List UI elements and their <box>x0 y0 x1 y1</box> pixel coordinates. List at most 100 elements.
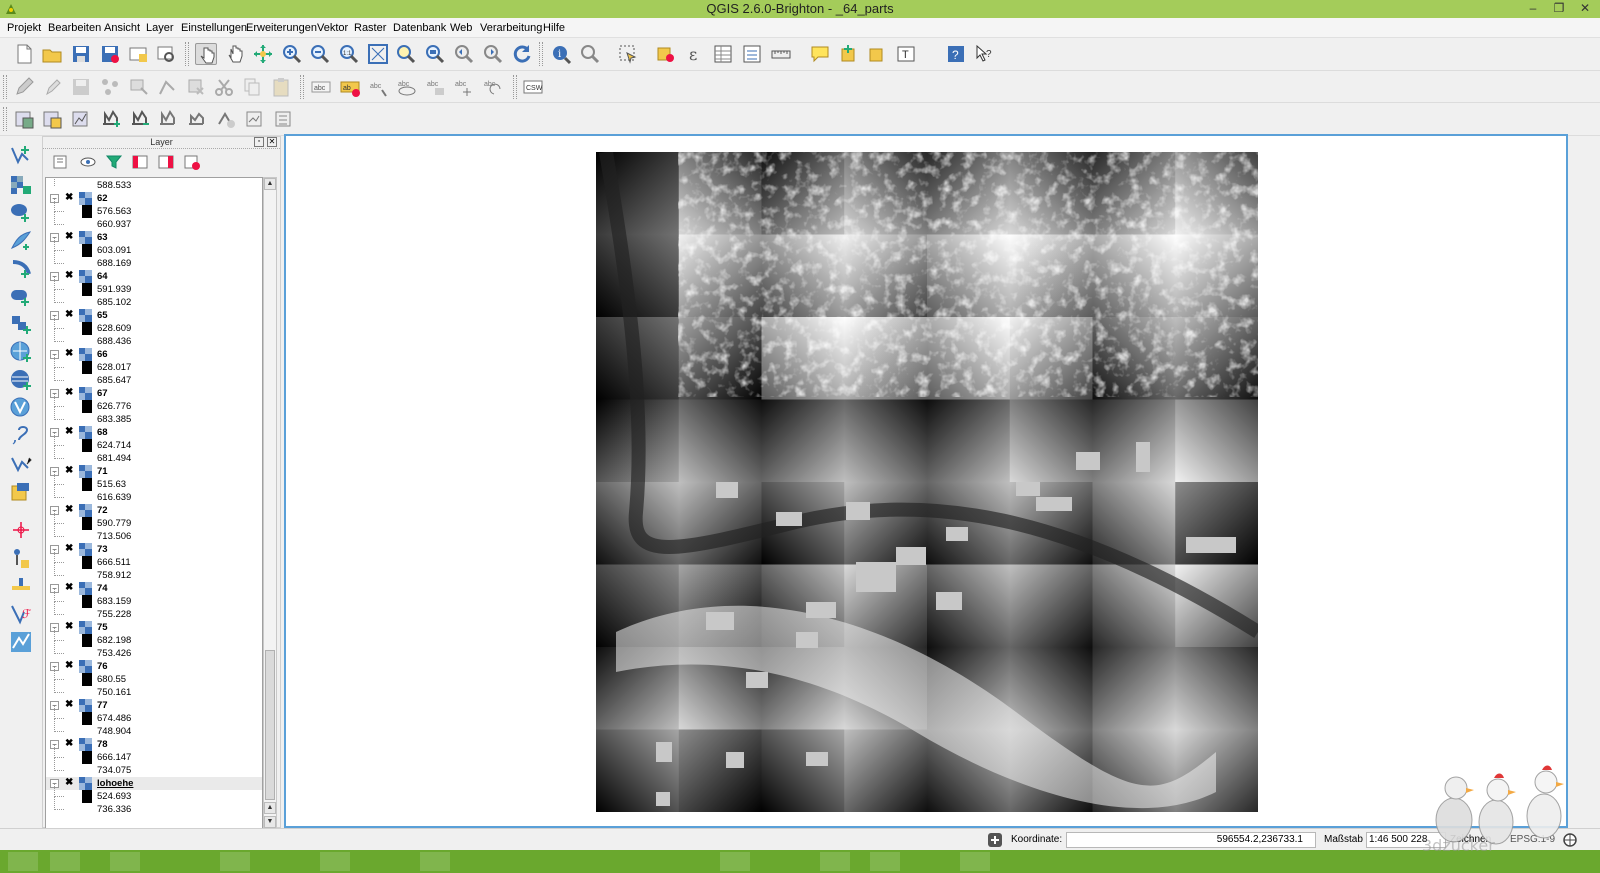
add-wms-layer-icon[interactable] <box>9 340 33 364</box>
zoom-native-resolution-icon[interactable]: 1:1 <box>338 43 360 65</box>
layer-item[interactable]: − ✖ 73 <box>46 543 262 556</box>
paste-features-icon[interactable] <box>270 76 292 98</box>
float-panel-button[interactable]: ▫ <box>254 137 264 147</box>
layer-visibility-checkbox[interactable]: ✖ <box>65 310 75 320</box>
coordinate-field[interactable]: 596554.2,236733.1 <box>1066 832 1316 848</box>
layer-item[interactable]: − ✖ 66 <box>46 348 262 361</box>
menu-projekt[interactable]: Projekt <box>7 22 41 34</box>
layer-visibility-checkbox[interactable]: ✖ <box>65 739 75 749</box>
menu-datenbank[interactable]: Datenbank <box>393 22 446 34</box>
scroll-up-button[interactable]: ▲ <box>264 178 276 190</box>
csw-icon[interactable]: CSW <box>522 76 544 98</box>
menu-ansicht[interactable]: Ansicht <box>104 22 140 34</box>
full-histogram-stretch-icon[interactable] <box>41 108 63 130</box>
taskbar-item[interactable] <box>50 852 80 871</box>
copy-features-icon[interactable] <box>241 76 263 98</box>
select-features-icon[interactable] <box>617 43 639 65</box>
zoom-next-icon[interactable] <box>482 43 504 65</box>
add-oracle-layer-icon[interactable] <box>9 284 33 308</box>
zoom-full-icon[interactable] <box>367 43 389 65</box>
move-feature-icon[interactable] <box>127 76 149 98</box>
toolbar-grip[interactable] <box>300 75 304 99</box>
layer-labeling-options-icon[interactable]: abc <box>310 76 332 98</box>
pan-map-icon[interactable] <box>224 43 246 65</box>
local-histogram-stretch-icon[interactable] <box>13 108 35 130</box>
scroll-thumb[interactable] <box>265 650 275 800</box>
scroll-down-button[interactable]: ▲ <box>264 802 276 814</box>
current-edits-icon[interactable] <box>13 76 35 98</box>
layer-visibility-checkbox[interactable]: ✖ <box>65 544 75 554</box>
toggle-extents-mouse-icon[interactable] <box>987 832 1003 848</box>
composer-manager-icon[interactable] <box>155 43 177 65</box>
move-label-icon[interactable]: abc <box>453 76 475 98</box>
layer-visibility-checkbox[interactable]: ✖ <box>65 388 75 398</box>
add-wfs-layer-icon[interactable] <box>9 396 33 420</box>
taskbar-item[interactable] <box>220 852 250 871</box>
touch-zoom-pan-icon[interactable] <box>195 43 217 65</box>
identify-features-icon[interactable]: i <box>550 43 572 65</box>
pan-to-selection-icon[interactable] <box>252 43 274 65</box>
layer-item[interactable]: − ✖ 62 <box>46 192 262 205</box>
menu-erweiterungen[interactable]: Erweiterungen <box>246 22 317 34</box>
menu-layer[interactable]: Layer <box>146 22 174 34</box>
add-sqlanywhere-layer-icon[interactable] <box>9 312 33 336</box>
menu-vektor[interactable]: Vektor <box>317 22 348 34</box>
pin-labels-icon[interactable]: abc <box>396 76 418 98</box>
zoom-to-layer-icon[interactable] <box>424 43 446 65</box>
add-postgis-layer-icon[interactable] <box>9 200 33 224</box>
toolbar-grip[interactable] <box>539 42 543 66</box>
add-spatialite-layer-icon[interactable] <box>9 228 33 252</box>
layer-item[interactable]: − ✖ 67 <box>46 387 262 400</box>
add-feature-icon[interactable] <box>99 76 121 98</box>
gps-tools-icon[interactable] <box>9 546 33 570</box>
measure-line-icon[interactable] <box>770 43 792 65</box>
layer-item[interactable]: − ✖ 72 <box>46 504 262 517</box>
layer-item[interactable]: − ✖ 64 <box>46 270 262 283</box>
layer-visibility-checkbox[interactable]: ✖ <box>65 583 75 593</box>
layer-tree-scrollbar[interactable]: ▲ ▲ ▼ <box>263 177 277 829</box>
text-annotation-icon[interactable]: T <box>896 43 918 65</box>
layer-visibility-checkbox[interactable]: ✖ <box>65 271 75 281</box>
filter-legend-icon[interactable] <box>105 153 123 171</box>
new-shapefile-layer-icon[interactable] <box>9 452 33 476</box>
layer-visibility-checkbox[interactable]: ✖ <box>65 466 75 476</box>
toolbar-grip[interactable] <box>3 107 7 131</box>
add-mssql-layer-icon[interactable] <box>9 256 33 280</box>
toolbar-grip[interactable] <box>513 75 517 99</box>
taskbar-item[interactable] <box>320 852 350 871</box>
layer-diagram-options-icon[interactable]: ab <box>339 76 361 98</box>
taskbar-item[interactable] <box>820 852 850 871</box>
rotate-label-icon[interactable]: abc <box>482 76 504 98</box>
field-calculator-icon[interactable]: ε <box>684 43 706 65</box>
raster-properties-icon[interactable] <box>272 108 294 130</box>
zoom-to-selection-icon[interactable] <box>395 43 417 65</box>
layer-visibility-checkbox[interactable]: ✖ <box>65 661 75 671</box>
new-bookmark-icon[interactable] <box>838 43 860 65</box>
taskbar-item[interactable] <box>8 852 38 871</box>
layer-visibility-checkbox[interactable]: ✖ <box>65 193 75 203</box>
restore-button[interactable]: ❐ <box>1546 0 1572 18</box>
map-tips-icon[interactable] <box>809 43 831 65</box>
menu-einstellungen[interactable]: Einstellungen <box>181 22 247 34</box>
remove-layer-icon[interactable] <box>183 153 201 171</box>
menu-web[interactable]: Web <box>450 22 472 34</box>
layer-visibility-checkbox[interactable]: ✖ <box>65 700 75 710</box>
increase-brightness-icon[interactable] <box>100 108 122 130</box>
deselect-features-icon[interactable] <box>655 43 677 65</box>
show-bookmarks-icon[interactable] <box>866 43 888 65</box>
decrease-brightness-icon[interactable] <box>129 108 151 130</box>
decrease-contrast-icon[interactable] <box>186 108 208 130</box>
add-wcs-layer-icon[interactable] <box>9 368 33 392</box>
node-tool-icon[interactable] <box>156 76 178 98</box>
new-project-icon[interactable] <box>13 43 35 65</box>
taskbar-item[interactable] <box>110 852 140 871</box>
layer-visibility-checkbox[interactable]: ✖ <box>65 427 75 437</box>
layer-visibility-checkbox[interactable]: ✖ <box>65 505 75 515</box>
layer-visibility-checkbox[interactable]: ✖ <box>65 622 75 632</box>
menu-raster[interactable]: Raster <box>354 22 386 34</box>
minimize-button[interactable]: – <box>1520 0 1546 18</box>
layer-visibility-checkbox[interactable]: ✖ <box>65 349 75 359</box>
help-contents-icon[interactable]: ? <box>945 43 967 65</box>
attribute-table-icon[interactable] <box>712 43 734 65</box>
layer-item[interactable]: − ✖ 77 <box>46 699 262 712</box>
